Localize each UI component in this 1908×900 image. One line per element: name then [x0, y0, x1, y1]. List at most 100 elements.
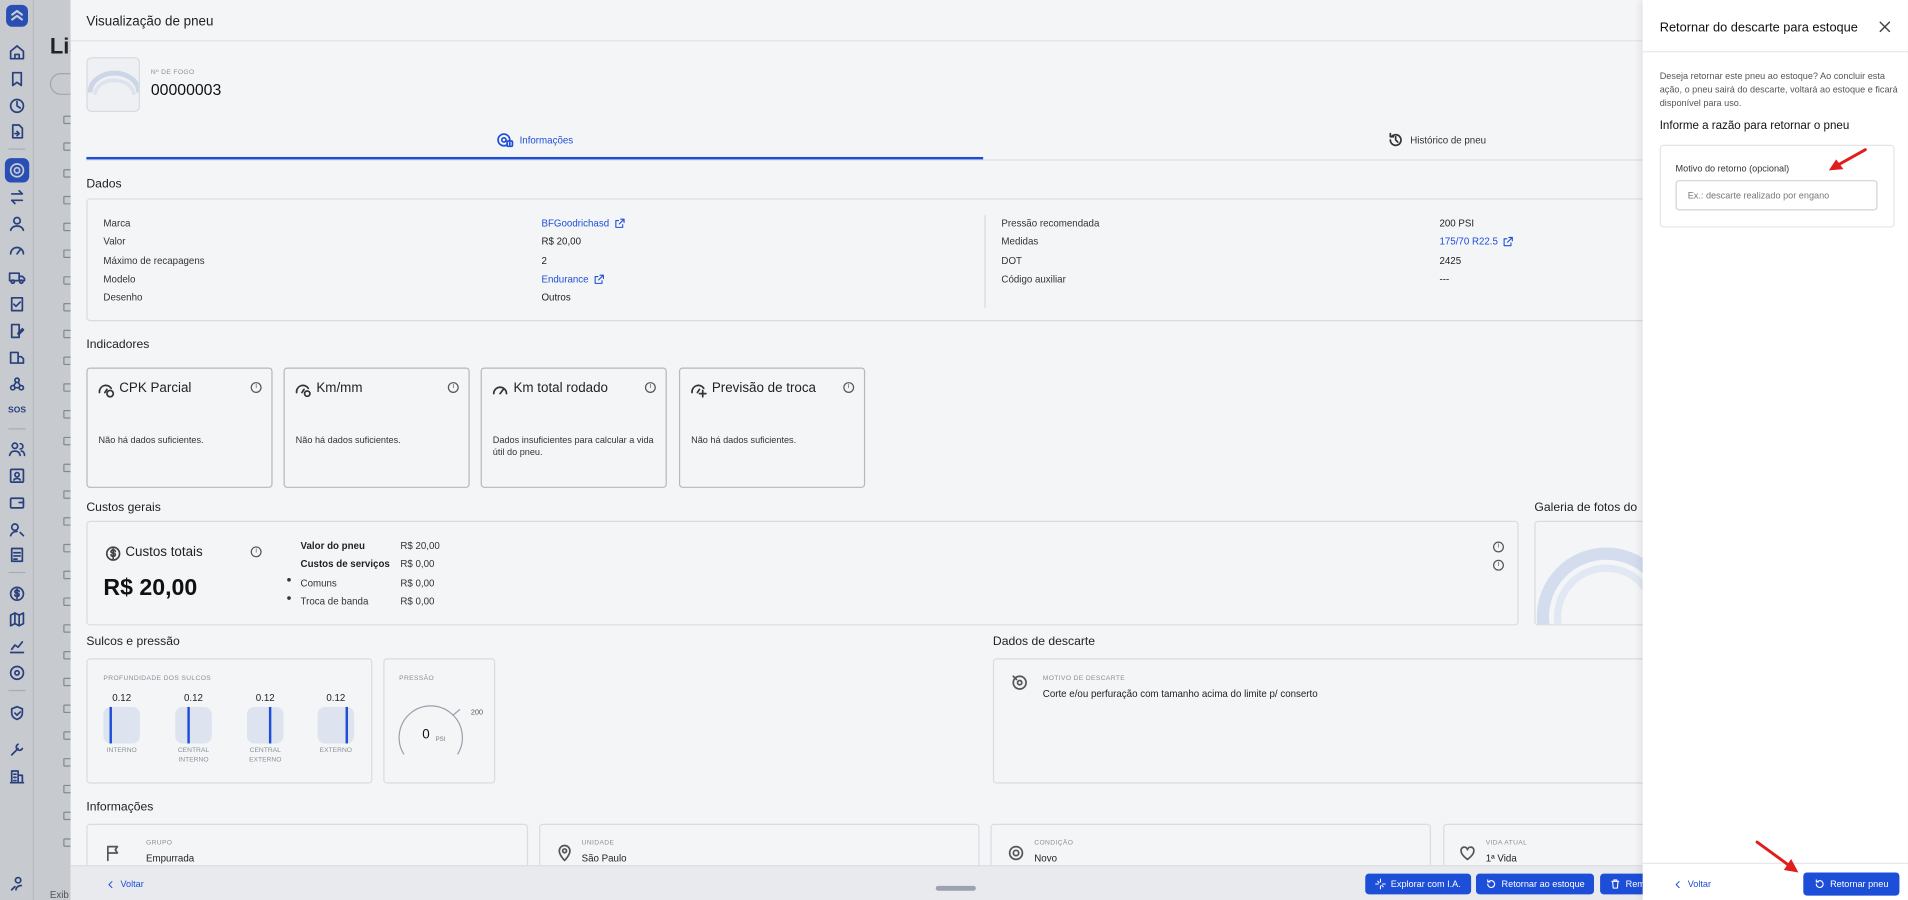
info-icon[interactable]: i — [250, 546, 262, 558]
cost-row-label: Comuns — [300, 577, 337, 589]
panel-subtitle: Informe a razão para retornar o pneu — [1659, 119, 1850, 133]
groove-value: 0.12 — [183, 692, 203, 704]
dados-value: 2 — [541, 255, 547, 267]
tire-thumbnail[interactable] — [86, 57, 140, 112]
cost-row-label: Custos de serviços — [300, 558, 390, 570]
cost-row-label: Valor do pneu — [300, 540, 365, 552]
close-icon[interactable] — [1878, 19, 1893, 34]
model-link[interactable]: Endurance — [541, 274, 604, 285]
dados-label: Marca — [103, 217, 131, 229]
return-to-stock-label: Retornar ao estoque — [1501, 878, 1585, 890]
gauge-plus-icon — [691, 384, 707, 398]
cost-row-value: R$ 0,00 — [400, 577, 435, 589]
photo-gallery-card[interactable] — [1534, 520, 1653, 626]
dados-label: Máximo de recapagens — [103, 255, 205, 267]
brand-link[interactable]: BFGoodrichasd — [541, 217, 625, 229]
return-tire-label: Retornar pneu — [1830, 878, 1889, 890]
tab-informacoes[interactable]: Informações — [496, 131, 573, 148]
panel-back-label: Voltar — [1687, 878, 1712, 890]
dados-label: Pressão recomendada — [1001, 217, 1100, 229]
indicator-message: Não há dados suficientes. — [691, 434, 797, 446]
discard-reason-label: MOTIVO DE DESCARTE — [1042, 675, 1126, 683]
info-icon[interactable]: i — [1493, 541, 1504, 553]
dados-value: R$ 20,00 — [541, 236, 581, 248]
fire-number-label: Nº DE FOGO — [150, 69, 195, 77]
dados-label: DOT — [1001, 255, 1022, 267]
info-icon[interactable]: i — [447, 382, 459, 394]
section-title-descarte: Dados de descarte — [992, 635, 1096, 649]
discard-reason-value: Corte e/ou perfuração com tamanho acima … — [1042, 688, 1318, 700]
section-title-informacoes: Informações — [86, 800, 154, 815]
indicator-title: CPK Parcial — [119, 380, 192, 396]
cost-row-label: Troca de banda — [300, 596, 369, 608]
dados-label: Código auxiliar — [1001, 273, 1066, 285]
back-button-label: Voltar — [120, 878, 144, 890]
back-button[interactable]: Voltar — [101, 874, 149, 895]
history-icon — [1389, 132, 1402, 147]
info-icon[interactable]: i — [1493, 559, 1504, 571]
reason-field-label: Motivo do retorno (opcional) — [1675, 163, 1790, 175]
tab-historico[interactable]: Histórico de pneu — [1387, 131, 1486, 148]
dados-value: 200 PSI — [1439, 217, 1475, 229]
info-label: UNIDADE — [581, 839, 615, 847]
gauge-dollar-icon — [98, 384, 115, 398]
info-value: São Paulo — [581, 852, 627, 864]
external-link-icon — [594, 274, 604, 284]
section-title-galeria: Galeria de fotos do — [1534, 501, 1638, 515]
info-icon[interactable]: i — [250, 382, 262, 394]
groove-bar — [247, 706, 284, 744]
groove-label: CENTRAL EXTERNO — [249, 747, 282, 765]
indicator-message: Não há dados suficientes. — [98, 434, 204, 446]
dados-label: Medidas — [1001, 236, 1039, 248]
tire-photo-icon — [1536, 547, 1653, 625]
return-tire-button[interactable]: Retornar pneu — [1803, 872, 1900, 896]
external-link-icon — [614, 218, 625, 228]
measures-value: 175/70 R22.5 — [1439, 236, 1498, 248]
groove-value: 0.12 — [255, 692, 275, 704]
indicator-card: Km total rodado i Dados insuficientes pa… — [480, 367, 667, 488]
reason-input[interactable] — [1675, 180, 1878, 211]
dados-label: Modelo — [103, 273, 136, 285]
drag-handle[interactable] — [935, 885, 976, 891]
indicator-title: Previsão de troca — [711, 380, 816, 396]
info-icon[interactable]: i — [644, 382, 656, 394]
trash-icon — [1611, 879, 1620, 889]
refresh-icon — [1815, 879, 1824, 889]
return-to-stock-button[interactable]: Retornar ao estoque — [1475, 873, 1595, 895]
groove-label: EXTERNO — [319, 747, 353, 755]
dados-value: 2425 — [1439, 255, 1462, 267]
dados-card — [86, 198, 1653, 322]
dados-label: Desenho — [103, 292, 143, 303]
modal-header: Visualização de pneu — [70, 0, 1653, 42]
indicator-message: Não há dados suficientes. — [295, 434, 401, 446]
brand-value: BFGoodrichasd — [541, 217, 610, 229]
panel-back-button[interactable]: Voltar — [1668, 874, 1716, 895]
tire-discard-icon — [1012, 675, 1027, 690]
info-icon[interactable]: i — [843, 382, 855, 394]
explore-ai-button[interactable]: Explorar com I.A. — [1365, 873, 1471, 895]
tabs-divider — [86, 159, 1653, 161]
return-from-discard-panel: Retornar do descarte para estoque Deseja… — [1642, 0, 1908, 900]
model-value: Endurance — [541, 273, 589, 285]
groove-bar — [175, 706, 212, 744]
chevron-left-icon — [1675, 880, 1680, 888]
speedometer-icon — [492, 386, 508, 395]
groove-label: INTERNO — [106, 747, 137, 755]
indicator-title: Km total rodado — [513, 380, 608, 396]
info-label: CONDIÇÃO — [1034, 839, 1074, 847]
bullet — [287, 577, 291, 582]
section-title-indicadores: Indicadores — [86, 338, 150, 352]
panel-description: Deseja retornar este pneu ao estoque? Ao… — [1659, 70, 1898, 109]
bullet — [287, 596, 291, 600]
indicator-card: Km/mm i Não há dados suficientes. — [283, 367, 470, 488]
dados-label: Valor — [103, 236, 126, 248]
measures-link[interactable]: 175/70 R22.5 — [1439, 236, 1513, 247]
indicator-message: Dados insuficientes para calcular a vida… — [492, 434, 654, 458]
section-title-custos: Custos gerais — [86, 501, 161, 515]
pressure-value: 0 — [422, 727, 430, 743]
groove-bar — [103, 706, 140, 744]
info-value: Novo — [1034, 852, 1058, 864]
dados-value: Outros — [541, 292, 571, 303]
dollar-circle-icon — [105, 546, 121, 561]
indicator-card: Previsão de troca i Não há dados suficie… — [678, 367, 866, 488]
